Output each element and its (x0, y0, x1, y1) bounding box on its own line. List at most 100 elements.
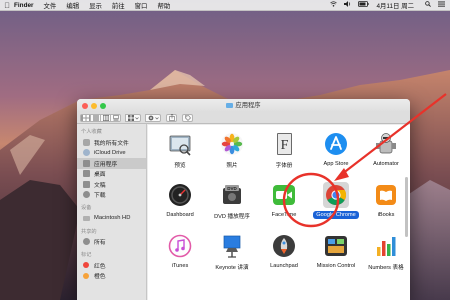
sidebar-item-label: 下载 (94, 193, 106, 200)
app-dvd-player[interactable]: DVD DVD 播放程序 (205, 182, 259, 221)
keynote-icon (219, 233, 245, 259)
app-photos[interactable]: 照片 (205, 131, 259, 170)
share-button[interactable] (166, 113, 177, 122)
spotlight-icon[interactable] (425, 1, 431, 9)
app-label: iBooks (377, 212, 395, 218)
app-label: Numbers 表格 (368, 265, 404, 271)
documents-icon (83, 180, 90, 188)
app-keynote[interactable]: Keynote 讲演 (205, 233, 259, 272)
sidebar-header-devices: 设备 (81, 205, 92, 211)
cloud-icon (83, 149, 90, 157)
zoom-button[interactable] (100, 103, 106, 109)
app-launchpad[interactable]: Launchpad (257, 233, 311, 270)
appstore-icon (323, 131, 349, 157)
vertical-scrollbar[interactable] (405, 177, 408, 237)
sidebar-item-icloud[interactable]: iCloud Drive (77, 148, 146, 159)
sidebar-item-label: Macintosh HD (94, 215, 131, 222)
fontbook-icon: F (271, 131, 297, 157)
close-button[interactable] (82, 103, 88, 109)
apps-icon (83, 159, 90, 167)
sidebar-item-documents[interactable]: 文稿 (77, 179, 146, 190)
menu-view[interactable]: 显示 (89, 1, 102, 10)
sidebar-item-applications[interactable]: 应用程序 (77, 158, 146, 169)
app-label: 字体册 (275, 163, 293, 169)
dashboard-icon (167, 182, 193, 208)
app-automator[interactable]: Automator (359, 131, 410, 168)
gallery-view-button[interactable] (110, 113, 121, 122)
app-dashboard[interactable]: Dashboard (153, 182, 207, 219)
facetime-icon (271, 182, 297, 208)
app-label: App Store (323, 161, 349, 167)
menu-go[interactable]: 前往 (112, 1, 125, 10)
sidebar: 个人收藏 我的所有文件 iCloud Drive 应用程序 桌面 文稿 下载 设… (77, 124, 147, 300)
menu-help[interactable]: 帮助 (157, 1, 170, 10)
arrange-button[interactable] (125, 113, 141, 122)
sidebar-item-label: 文稿 (94, 182, 106, 189)
app-label: DVD 播放程序 (214, 214, 250, 220)
app-label: Automator (373, 161, 399, 167)
chrome-icon (323, 182, 349, 208)
sidebar-item-tag-orange[interactable]: 橙色 (77, 271, 146, 282)
app-label: 照片 (226, 163, 238, 169)
automator-icon (373, 131, 399, 157)
sidebar-item-all-files[interactable]: 我的所有文件 (77, 137, 146, 148)
app-preview[interactable]: 预览 (153, 131, 207, 170)
app-app-store[interactable]: App Store (309, 131, 363, 168)
sidebar-item-label: 应用程序 (94, 161, 118, 168)
sidebar-item-label: 桌面 (94, 172, 106, 179)
minimize-button[interactable] (91, 103, 97, 109)
volume-icon[interactable] (344, 1, 351, 9)
applications-grid: 预览 照片 F 字体册 App Store Automator Dashboar… (148, 125, 410, 300)
tag-button[interactable] (182, 113, 193, 122)
sidebar-item-label: iCloud Drive (94, 149, 126, 156)
app-numbers[interactable]: Numbers 表格 (359, 233, 410, 272)
app-facetime[interactable]: FaceTime (257, 182, 311, 219)
app-label: Keynote 讲演 (215, 265, 249, 271)
app-label: Launchpad (270, 263, 298, 269)
menu-file[interactable]: 文件 (44, 1, 57, 10)
list-icon[interactable] (438, 1, 445, 9)
files-icon (83, 138, 90, 146)
menu-bar:  Finder 文件 编辑 显示 前往 窗口 帮助 4月11日 周二 (0, 0, 450, 11)
action-group (145, 113, 161, 122)
app-mission-control[interactable]: Mission Control (306, 233, 366, 270)
window-titlebar[interactable]: 应用程序 (77, 99, 410, 112)
action-gear-button[interactable] (145, 113, 161, 122)
arrange-group (125, 113, 141, 122)
desktop-icon (83, 170, 90, 178)
folder-icon (226, 102, 234, 108)
menu-app-name[interactable]: Finder (14, 2, 34, 9)
menu-window[interactable]: 窗口 (135, 1, 148, 10)
numbers-icon (373, 233, 399, 259)
ibooks-icon (373, 182, 399, 208)
sidebar-item-label: 橙色 (94, 274, 106, 281)
menu-clock[interactable]: 4月11日 周二 (376, 1, 414, 10)
missioncontrol-icon (323, 233, 349, 259)
app-font-book[interactable]: F 字体册 (257, 131, 311, 170)
battery-icon[interactable] (358, 1, 370, 9)
sidebar-item-downloads[interactable]: 下载 (77, 190, 146, 201)
app-itunes[interactable]: iTunes (153, 233, 207, 270)
apple-menu-icon[interactable]:  (0, 1, 14, 10)
sidebar-item-label: 红色 (94, 263, 106, 270)
app-label: Dashboard (166, 212, 194, 218)
menu-edit[interactable]: 编辑 (66, 1, 79, 10)
app-google-chrome[interactable]: Google Chrome (306, 182, 366, 219)
preview-icon (167, 131, 193, 157)
app-ibooks[interactable]: iBooks (359, 182, 410, 219)
sidebar-item-desktop[interactable]: 桌面 (77, 169, 146, 180)
sidebar-item-macintosh-hd[interactable]: Macintosh HD (77, 213, 146, 224)
wifi-icon[interactable] (330, 1, 338, 9)
sidebar-header-shared: 共享的 (81, 228, 97, 235)
red-tag-icon (83, 262, 89, 269)
svg-text:DVD: DVD (227, 186, 237, 191)
sidebar-item-label: 所有 (94, 240, 106, 247)
network-icon (83, 238, 90, 246)
sidebar-item-label: 我的所有文件 (94, 140, 129, 147)
view-mode-group (80, 113, 121, 122)
window-title: 应用程序 (235, 102, 261, 109)
sidebar-item-all-shared[interactable]: 所有 (77, 237, 146, 248)
downloads-icon (83, 191, 90, 199)
sidebar-item-tag-red[interactable]: 红色 (77, 260, 146, 271)
itunes-icon (167, 233, 193, 259)
